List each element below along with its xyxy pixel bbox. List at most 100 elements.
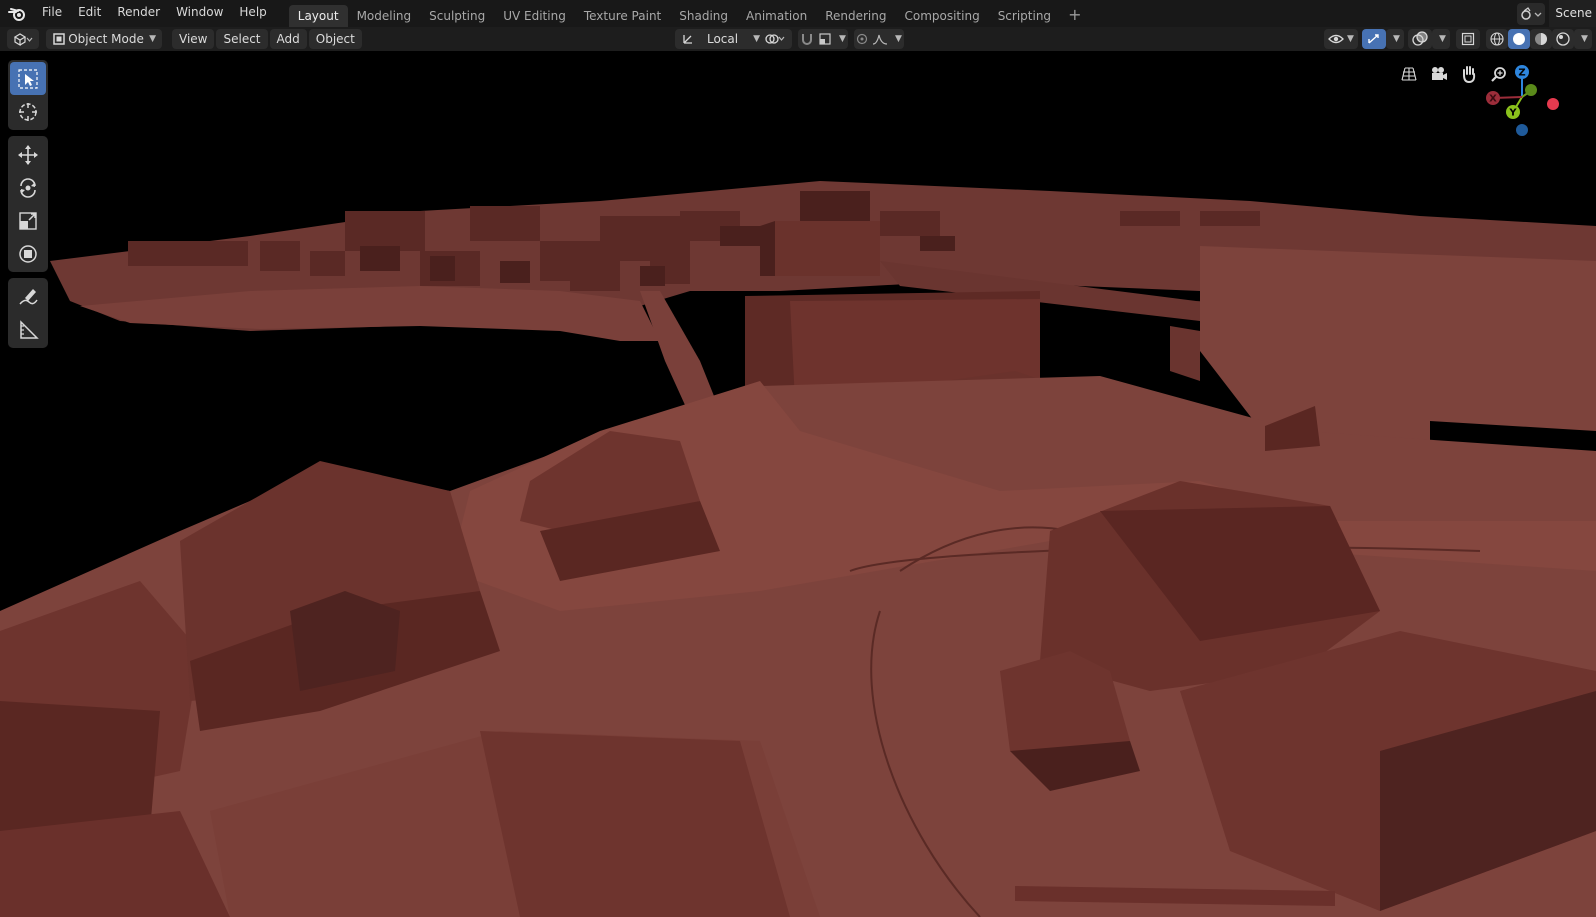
menu-render[interactable]: Render [109,0,168,27]
grid-perspective-icon [1401,67,1417,81]
measure-ruler-icon [20,319,39,339]
menu-object[interactable]: Object [308,29,362,49]
scale-tool[interactable] [10,204,46,237]
chevron-down-icon: ▼ [149,34,156,44]
gizmo-icon [1368,34,1379,44]
tab-animation[interactable]: Animation [737,5,816,27]
falloff-curve-icon [872,34,888,45]
snap-increment-icon [819,33,831,45]
gizmo-dropdown[interactable]: ▼ [1386,29,1404,49]
add-workspace-button[interactable]: + [1060,5,1089,24]
gizmo-neg-z-axis[interactable] [1516,124,1528,136]
shading-dropdown[interactable]: ▼ [1574,29,1592,49]
menu-view[interactable]: View [172,29,215,49]
shading-wireframe[interactable] [1486,29,1508,49]
tab-texture-paint[interactable]: Texture Paint [575,5,670,27]
chevron-down-icon: ▼ [753,34,760,44]
orientation-icon [683,35,692,44]
shading-rendered[interactable] [1552,29,1574,49]
blender-logo-icon[interactable] [0,0,34,27]
overlays-dropdown[interactable]: ▼ [1432,29,1450,49]
transform-icon [19,244,37,263]
scene-selector: Scene [1517,0,1596,27]
gizmo-neg-x-axis[interactable] [1547,98,1559,110]
rotate-tool[interactable] [10,171,46,204]
overlays-icon [1412,31,1428,46]
tool-group-annotate [8,278,48,348]
scene-browse-button[interactable] [1517,2,1546,25]
shading-solid[interactable] [1508,29,1530,49]
overlays-toggle[interactable] [1408,29,1432,49]
chevron-down-icon: ▼ [1347,34,1354,44]
move-icon [18,144,38,165]
annotate-pencil-icon [19,288,38,304]
menu-add[interactable]: Add [269,29,307,49]
measure-tool[interactable] [10,313,46,346]
mode-label: Object Mode [68,32,144,46]
view3d-icon [13,33,33,46]
camera-view-button[interactable] [1426,61,1452,87]
rendered-sphere-icon [1556,32,1570,46]
annotate-tool[interactable] [10,280,46,313]
rotate-icon [20,177,36,198]
visibility-dropdown[interactable]: ▼ [1324,29,1358,49]
gizmo-z-label: Z [1518,68,1525,79]
cursor-icon [19,102,37,121]
cursor-tool[interactable] [10,95,46,128]
proportional-edit-icon [856,33,868,45]
tool-group-transform [8,136,48,272]
pivot-icon [765,34,785,44]
gizmo-x-label: X [1489,94,1497,105]
axis-navigation-gizmo[interactable]: Z Y X [1485,60,1595,142]
tab-compositing[interactable]: Compositing [895,5,988,27]
chevron-down-icon: ▼ [1439,34,1446,44]
tool-group-select [8,60,48,130]
pan-view-button[interactable] [1456,61,1482,87]
menu-window[interactable]: Window [168,0,231,27]
chevron-down-icon: ▼ [1581,34,1588,44]
tab-scripting[interactable]: Scripting [989,5,1060,27]
workspace-tabs: Layout Modeling Sculpting UV Editing Tex… [288,0,1090,27]
select-box-tool[interactable] [10,62,46,95]
menu-select[interactable]: Select [216,29,268,49]
3d-viewport[interactable]: Z Y X [0,51,1596,917]
chevron-down-icon: ▼ [839,34,846,44]
select-box-icon [18,68,38,89]
gizmo-y-label: Y [1508,108,1517,119]
tab-uv-editing[interactable]: UV Editing [494,5,575,27]
solid-sphere-icon [1513,33,1525,45]
mode-dropdown[interactable]: Object Mode ▼ [46,29,162,49]
city-model-render [0,51,1596,917]
scene-name[interactable]: Scene [1549,0,1596,27]
shading-material[interactable] [1530,29,1552,49]
transform-orientation-dropdown[interactable]: Local ▼ [675,29,766,49]
orientation-label: Local [706,32,739,46]
tool-shelf [8,60,48,354]
proportional-editing-controls[interactable]: ▼ [854,29,904,49]
gizmo-toggle[interactable] [1362,29,1386,49]
menu-edit[interactable]: Edit [70,0,109,27]
editor-type-button[interactable] [7,29,39,49]
magnet-icon [802,34,812,45]
transform-tool[interactable] [10,237,46,270]
tab-rendering[interactable]: Rendering [816,5,895,27]
xray-icon [1461,32,1475,46]
snap-controls[interactable]: ▼ [798,29,848,49]
move-tool[interactable] [10,138,46,171]
pivot-point-dropdown[interactable] [760,29,792,49]
camera-icon [1432,67,1447,80]
top-bar: File Edit Render Window Help Layout Mode… [0,0,1596,27]
tab-layout[interactable]: Layout [288,4,348,27]
chevron-down-icon: ▼ [1393,34,1400,44]
menu-file[interactable]: File [34,0,70,27]
tab-sculpting[interactable]: Sculpting [420,5,494,27]
tab-modeling[interactable]: Modeling [348,5,421,27]
material-sphere-icon [1535,33,1547,45]
toggle-perspective-button[interactable] [1396,61,1422,87]
wireframe-sphere-icon [1490,32,1504,46]
menu-help[interactable]: Help [231,0,274,27]
xray-toggle[interactable] [1456,29,1480,49]
gizmo-neg-y-axis[interactable] [1525,84,1537,96]
tab-shading[interactable]: Shading [670,5,737,27]
viewport-display-controls: ▼ ▼ ▼ ▼ [1320,29,1596,49]
